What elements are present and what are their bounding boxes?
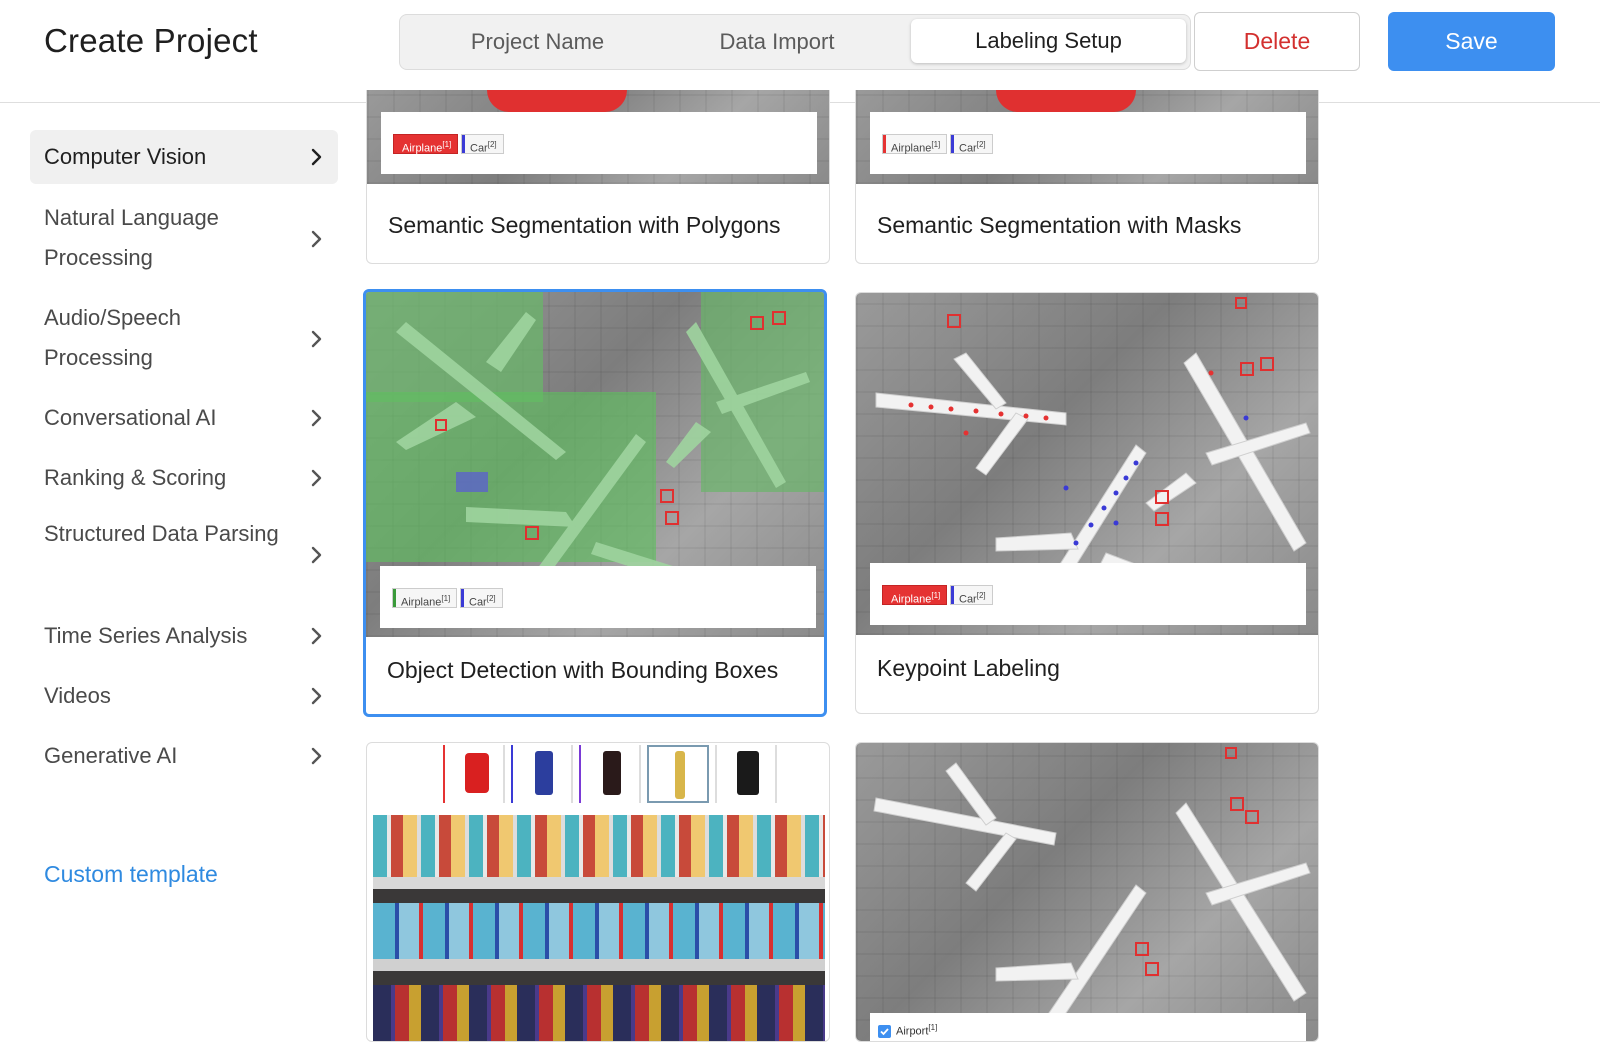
sidebar-item-label: Ranking & Scoring — [44, 465, 227, 490]
label-bar: Airplane[1] Car[2] — [870, 112, 1306, 174]
sidebar-item-computer-vision[interactable]: Computer Vision — [30, 130, 338, 184]
sidebar-item-nlp[interactable]: Natural Language Processing — [30, 194, 338, 284]
template-title: Object Detection with Bounding Boxes — [387, 657, 779, 683]
template-card-product-shelf[interactable] — [366, 742, 830, 1042]
sidebar-item-label: Conversational AI — [44, 405, 217, 430]
chevron-right-icon — [306, 329, 326, 349]
chevron-right-icon — [306, 545, 326, 565]
chevron-right-icon — [306, 746, 326, 766]
template-title: Semantic Segmentation with Polygons — [388, 212, 781, 238]
custom-template-link[interactable]: Custom template — [44, 861, 218, 888]
sidebar-item-ranking-scoring[interactable]: Ranking & Scoring — [30, 452, 338, 504]
template-preview-image: Airplane[1] Car[2] — [856, 90, 1318, 184]
template-preview-image: Airplane[1] Car[2] — [856, 293, 1318, 635]
template-preview-image — [367, 743, 829, 1041]
template-card-keypoint-labeling[interactable]: Airplane[1] Car[2] Keypoint Labeling — [855, 292, 1319, 714]
sidebar-item-audio-speech[interactable]: Audio/Speech Processing — [30, 294, 338, 384]
shelf-photo — [373, 815, 825, 1041]
header: Create Project Project Name Data Import … — [0, 0, 1600, 103]
label-tag-car[interactable]: Car[2] — [950, 134, 993, 155]
chevron-right-icon — [306, 468, 326, 488]
tab-labeling-setup[interactable]: Labeling Setup — [911, 19, 1186, 63]
tab-project-name[interactable]: Project Name — [400, 15, 675, 69]
template-preview-image: Airplane[1] Car[2] — [366, 292, 824, 637]
label-tag-airplane[interactable]: Airplane[1] — [882, 585, 948, 606]
delete-button[interactable]: Delete — [1194, 12, 1360, 71]
tab-data-import[interactable]: Data Import — [652, 15, 902, 69]
template-title: Keypoint Labeling — [877, 655, 1060, 681]
sidebar-item-time-series[interactable]: Time Series Analysis — [30, 610, 338, 662]
template-preview-image: Airport[1] — [856, 743, 1318, 1041]
sidebar-item-label: Structured Data Parsing — [44, 521, 279, 546]
label-bar: Airplane[1] Car[2] — [870, 563, 1306, 625]
product-thumbnails — [443, 745, 783, 803]
label-tag-car[interactable]: Car[2] — [460, 588, 503, 609]
chevron-right-icon — [306, 626, 326, 646]
sidebar-item-structured-data[interactable]: Structured Data Parsing — [30, 510, 338, 600]
page-title: Create Project — [44, 22, 258, 59]
chevron-right-icon — [306, 229, 326, 249]
label-tag-airplane[interactable]: Airplane[1] — [882, 134, 948, 155]
save-button[interactable]: Save — [1388, 12, 1555, 71]
sidebar-item-conversational-ai[interactable]: Conversational AI — [30, 392, 338, 444]
template-card-object-detection[interactable]: Airplane[1] Car[2] Object Detection with… — [363, 289, 827, 717]
sidebar-item-label: Natural Language Processing — [44, 205, 219, 270]
choice-label-airport: Airport[1] — [896, 1023, 938, 1038]
template-card-segmentation-polygons[interactable]: Airplane[1] Car[2] Semantic Segmentation… — [366, 90, 830, 264]
checkbox-checked-icon[interactable] — [878, 1025, 891, 1038]
template-title: Semantic Segmentation with Masks — [877, 212, 1242, 238]
chevron-right-icon — [306, 408, 326, 428]
label-tag-airplane[interactable]: Airplane[1] — [393, 134, 459, 155]
chevron-right-icon — [306, 686, 326, 706]
sidebar-item-label: Generative AI — [44, 743, 178, 768]
label-tag-car[interactable]: Car[2] — [950, 585, 993, 606]
template-preview-image: Airplane[1] Car[2] — [367, 90, 829, 184]
chevron-right-icon — [306, 147, 326, 167]
template-card-image-classification[interactable]: Airport[1] — [855, 742, 1319, 1042]
sidebar-item-generative-ai[interactable]: Generative AI — [30, 730, 338, 782]
step-tabs: Project Name Data Import Labeling Setup — [399, 14, 1191, 70]
label-tag-airplane[interactable]: Airplane[1] — [392, 588, 458, 609]
label-tag-car[interactable]: Car[2] — [461, 134, 504, 155]
sidebar-item-label: Computer Vision — [44, 144, 207, 169]
label-bar: Airport[1] — [870, 1013, 1306, 1041]
sidebar-item-label: Audio/Speech Processing — [44, 305, 181, 370]
sidebar-item-label: Time Series Analysis — [44, 623, 248, 648]
sidebar-item-videos[interactable]: Videos — [30, 670, 338, 722]
sidebar-item-label: Videos — [44, 683, 111, 708]
label-bar: Airplane[1] Car[2] — [381, 112, 817, 174]
template-card-segmentation-masks[interactable]: Airplane[1] Car[2] Semantic Segmentation… — [855, 90, 1319, 264]
label-bar: Airplane[1] Car[2] — [380, 566, 816, 628]
